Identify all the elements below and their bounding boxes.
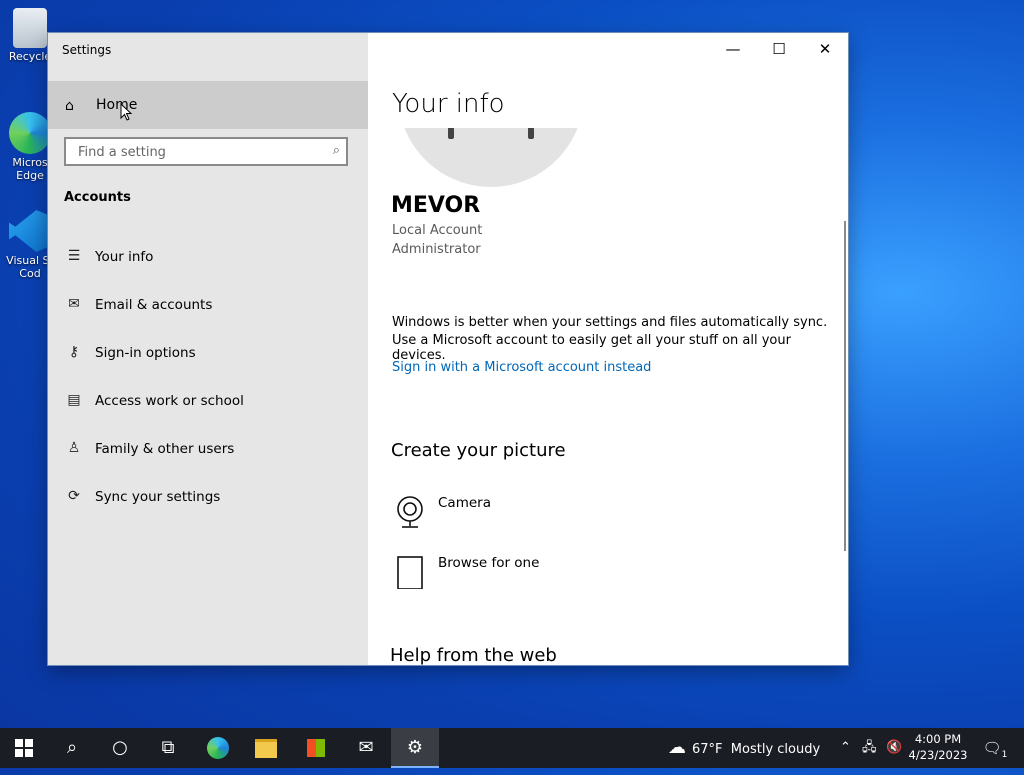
account-type: Local Account bbox=[392, 223, 483, 238]
add-person-icon: ♙ bbox=[67, 440, 81, 456]
section-heading: Accounts bbox=[64, 190, 131, 205]
network-button[interactable]: 🖧 bbox=[862, 728, 877, 768]
search-taskbar-button[interactable]: ⌕ bbox=[48, 728, 96, 768]
cortana-circle-icon: ○ bbox=[112, 737, 128, 758]
sidebar-item-family-users[interactable]: ♙ Family & other users bbox=[48, 430, 368, 470]
scrollbar[interactable] bbox=[844, 221, 846, 551]
folder-icon bbox=[255, 738, 277, 758]
sidebar-item-label: Sync your settings bbox=[95, 489, 221, 505]
close-button[interactable]: ✕ bbox=[802, 33, 848, 65]
cloud-sun-icon: ☁ bbox=[668, 737, 686, 758]
task-view-button[interactable]: ⧉ bbox=[144, 728, 192, 768]
sidebar-item-label: Family & other users bbox=[95, 441, 235, 457]
sync-description-line2: Use a Microsoft account to easily get al… bbox=[392, 333, 791, 363]
browse-option[interactable]: Browse for one bbox=[392, 553, 692, 603]
window-title: Settings bbox=[62, 43, 112, 57]
maximize-button[interactable]: ☐ bbox=[756, 33, 802, 65]
network-icon: 🖧 bbox=[862, 740, 877, 755]
notification-count: 1 bbox=[1001, 750, 1008, 760]
edge-icon bbox=[9, 112, 51, 154]
task-view-icon: ⧉ bbox=[161, 737, 175, 758]
taskbar-edge[interactable] bbox=[194, 728, 242, 768]
vscode-icon bbox=[9, 210, 51, 252]
account-role: Administrator bbox=[392, 242, 481, 257]
browse-label: Browse for one bbox=[438, 555, 540, 571]
home-icon: ⌂ bbox=[65, 98, 74, 114]
microsoft-account-link[interactable]: Sign in with a Microsoft account instead bbox=[392, 360, 651, 375]
clock-time: 4:00 PM bbox=[914, 732, 962, 746]
sidebar-item-label: Email & accounts bbox=[95, 297, 213, 313]
main-content: — ☐ ✕ Your info MEVOR Local Account Admi… bbox=[368, 33, 848, 665]
windows-logo-icon bbox=[15, 739, 33, 757]
camera-icon bbox=[397, 496, 423, 528]
start-button[interactable] bbox=[0, 728, 48, 768]
notification-center-button[interactable]: 🗨1 bbox=[980, 728, 1010, 768]
gear-icon: ⚙ bbox=[406, 737, 424, 758]
cortana-button[interactable]: ○ bbox=[96, 728, 144, 768]
clock[interactable]: 4:00 PM 4/23/2023 bbox=[908, 731, 968, 763]
weather-widget[interactable]: ☁ 67°F Mostly cloudy bbox=[668, 728, 820, 768]
camera-label: Camera bbox=[438, 495, 491, 511]
notification-icon: 🗨 bbox=[982, 739, 1002, 757]
key-icon: ⚷ bbox=[68, 344, 80, 360]
mouse-cursor-icon bbox=[120, 103, 132, 121]
sidebar-item-label: Your info bbox=[95, 249, 154, 265]
volume-muted-icon: 🔇 bbox=[886, 740, 903, 755]
create-picture-heading: Create your picture bbox=[391, 440, 566, 461]
sidebar: Settings ⌂ Home ⌕ Accounts ☰ Your info ✉… bbox=[48, 33, 368, 665]
search-icon[interactable]: ⌕ bbox=[333, 143, 340, 158]
person-list-icon: ☰ bbox=[67, 248, 81, 264]
sidebar-item-label: Sign-in options bbox=[95, 345, 196, 361]
sidebar-item-label: Access work or school bbox=[95, 393, 244, 409]
weather-text: Mostly cloudy bbox=[730, 742, 821, 757]
search-box: ⌕ bbox=[64, 137, 348, 166]
minimize-button[interactable]: — bbox=[710, 33, 756, 65]
help-heading: Help from the web bbox=[390, 645, 557, 665]
sync-description-line1: Windows is better when your settings and… bbox=[392, 315, 828, 330]
search-icon: ⌕ bbox=[66, 737, 78, 758]
sidebar-item-home[interactable]: ⌂ Home bbox=[48, 81, 368, 129]
clock-date: 4/23/2023 bbox=[908, 748, 968, 762]
user-name: MEVOR bbox=[391, 193, 481, 218]
taskbar-settings[interactable]: ⚙ bbox=[391, 728, 439, 768]
weather-temp: 67°F bbox=[692, 742, 723, 757]
volume-button[interactable]: 🔇 bbox=[886, 728, 902, 768]
sidebar-item-access-work[interactable]: ▤ Access work or school bbox=[48, 382, 368, 422]
file-icon bbox=[397, 556, 423, 589]
mail-icon: ✉ bbox=[358, 737, 374, 758]
sidebar-item-your-info[interactable]: ☰ Your info bbox=[48, 238, 368, 278]
taskbar-file-explorer[interactable] bbox=[242, 728, 290, 768]
show-hidden-icons-button[interactable]: ⌃ bbox=[840, 728, 851, 768]
chevron-up-icon: ⌃ bbox=[840, 740, 851, 755]
sidebar-item-email-accounts[interactable]: ✉ Email & accounts bbox=[48, 286, 368, 326]
camera-option[interactable]: Camera bbox=[392, 493, 692, 543]
briefcase-icon: ▤ bbox=[67, 392, 81, 408]
recycle-bin-icon bbox=[13, 8, 47, 48]
page-title: Your info bbox=[392, 89, 505, 119]
settings-window: Settings ⌂ Home ⌕ Accounts ☰ Your info ✉… bbox=[48, 33, 848, 665]
taskbar: ⌕ ○ ⧉ ✉ ⚙ ☁ 67°F Mostly cloudy ⌃ 🖧 🔇 4:00… bbox=[0, 728, 1024, 768]
taskbar-mail[interactable]: ✉ bbox=[342, 728, 390, 768]
edge-icon bbox=[207, 737, 229, 759]
sidebar-item-sign-in-options[interactable]: ⚷ Sign-in options bbox=[48, 334, 368, 374]
taskbar-store[interactable] bbox=[292, 728, 340, 768]
search-input[interactable] bbox=[76, 144, 320, 161]
mail-icon: ✉ bbox=[68, 296, 80, 312]
sync-icon: ⟳ bbox=[68, 488, 80, 504]
store-bag-icon bbox=[307, 739, 325, 757]
sidebar-item-sync-settings[interactable]: ⟳ Sync your settings bbox=[48, 478, 368, 518]
